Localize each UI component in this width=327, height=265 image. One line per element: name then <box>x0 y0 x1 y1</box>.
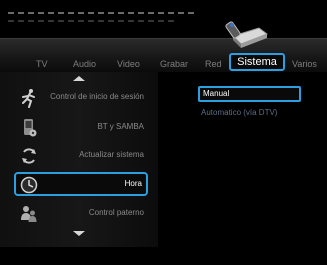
menu-item-time[interactable]: Hora <box>14 172 148 196</box>
tab-varios[interactable]: Varios <box>292 59 317 69</box>
refresh-icon <box>22 148 36 164</box>
menu-item-label: Control paterno <box>88 208 144 217</box>
settings-device-icon <box>225 21 269 48</box>
scroll-up-arrow-icon[interactable] <box>73 76 85 81</box>
top-decoration <box>8 12 198 14</box>
menu-item-label: BT y SAMBA <box>97 122 144 131</box>
menu-item-label: Control de inicio de sesión <box>50 92 144 101</box>
menu-item-label: Hora <box>124 179 142 188</box>
category-tab-bar: TV Audio Video Grabar Red Sistema Varios <box>0 38 327 72</box>
menu-item-label: Actualizar sistema <box>79 150 144 159</box>
tab-sistema[interactable]: Sistema <box>229 53 285 71</box>
tab-red[interactable]: Red <box>205 59 222 69</box>
menu-item-update-system[interactable]: Actualizar sistema <box>14 144 148 168</box>
tab-grabar[interactable]: Grabar <box>160 59 188 69</box>
phone-settings-icon <box>24 119 37 137</box>
tab-audio[interactable]: Audio <box>73 59 96 69</box>
option-automatic-dtv[interactable]: Automatico (vía DTV) <box>198 107 301 123</box>
top-decoration-faint <box>8 20 178 22</box>
option-manual[interactable]: Manual <box>198 86 301 102</box>
tab-video[interactable]: Video <box>117 59 140 69</box>
menu-item-bt-samba[interactable]: BT y SAMBA <box>14 116 148 140</box>
tab-tv[interactable]: TV <box>36 59 48 69</box>
menu-item-parental-control[interactable]: Control paterno <box>14 202 148 226</box>
scroll-down-arrow-icon[interactable] <box>73 231 85 236</box>
menu-item-login-control[interactable]: Control de inicio de sesión <box>14 86 148 110</box>
running-person-icon <box>22 89 35 108</box>
clock-icon <box>20 176 38 194</box>
users-icon <box>21 206 37 222</box>
